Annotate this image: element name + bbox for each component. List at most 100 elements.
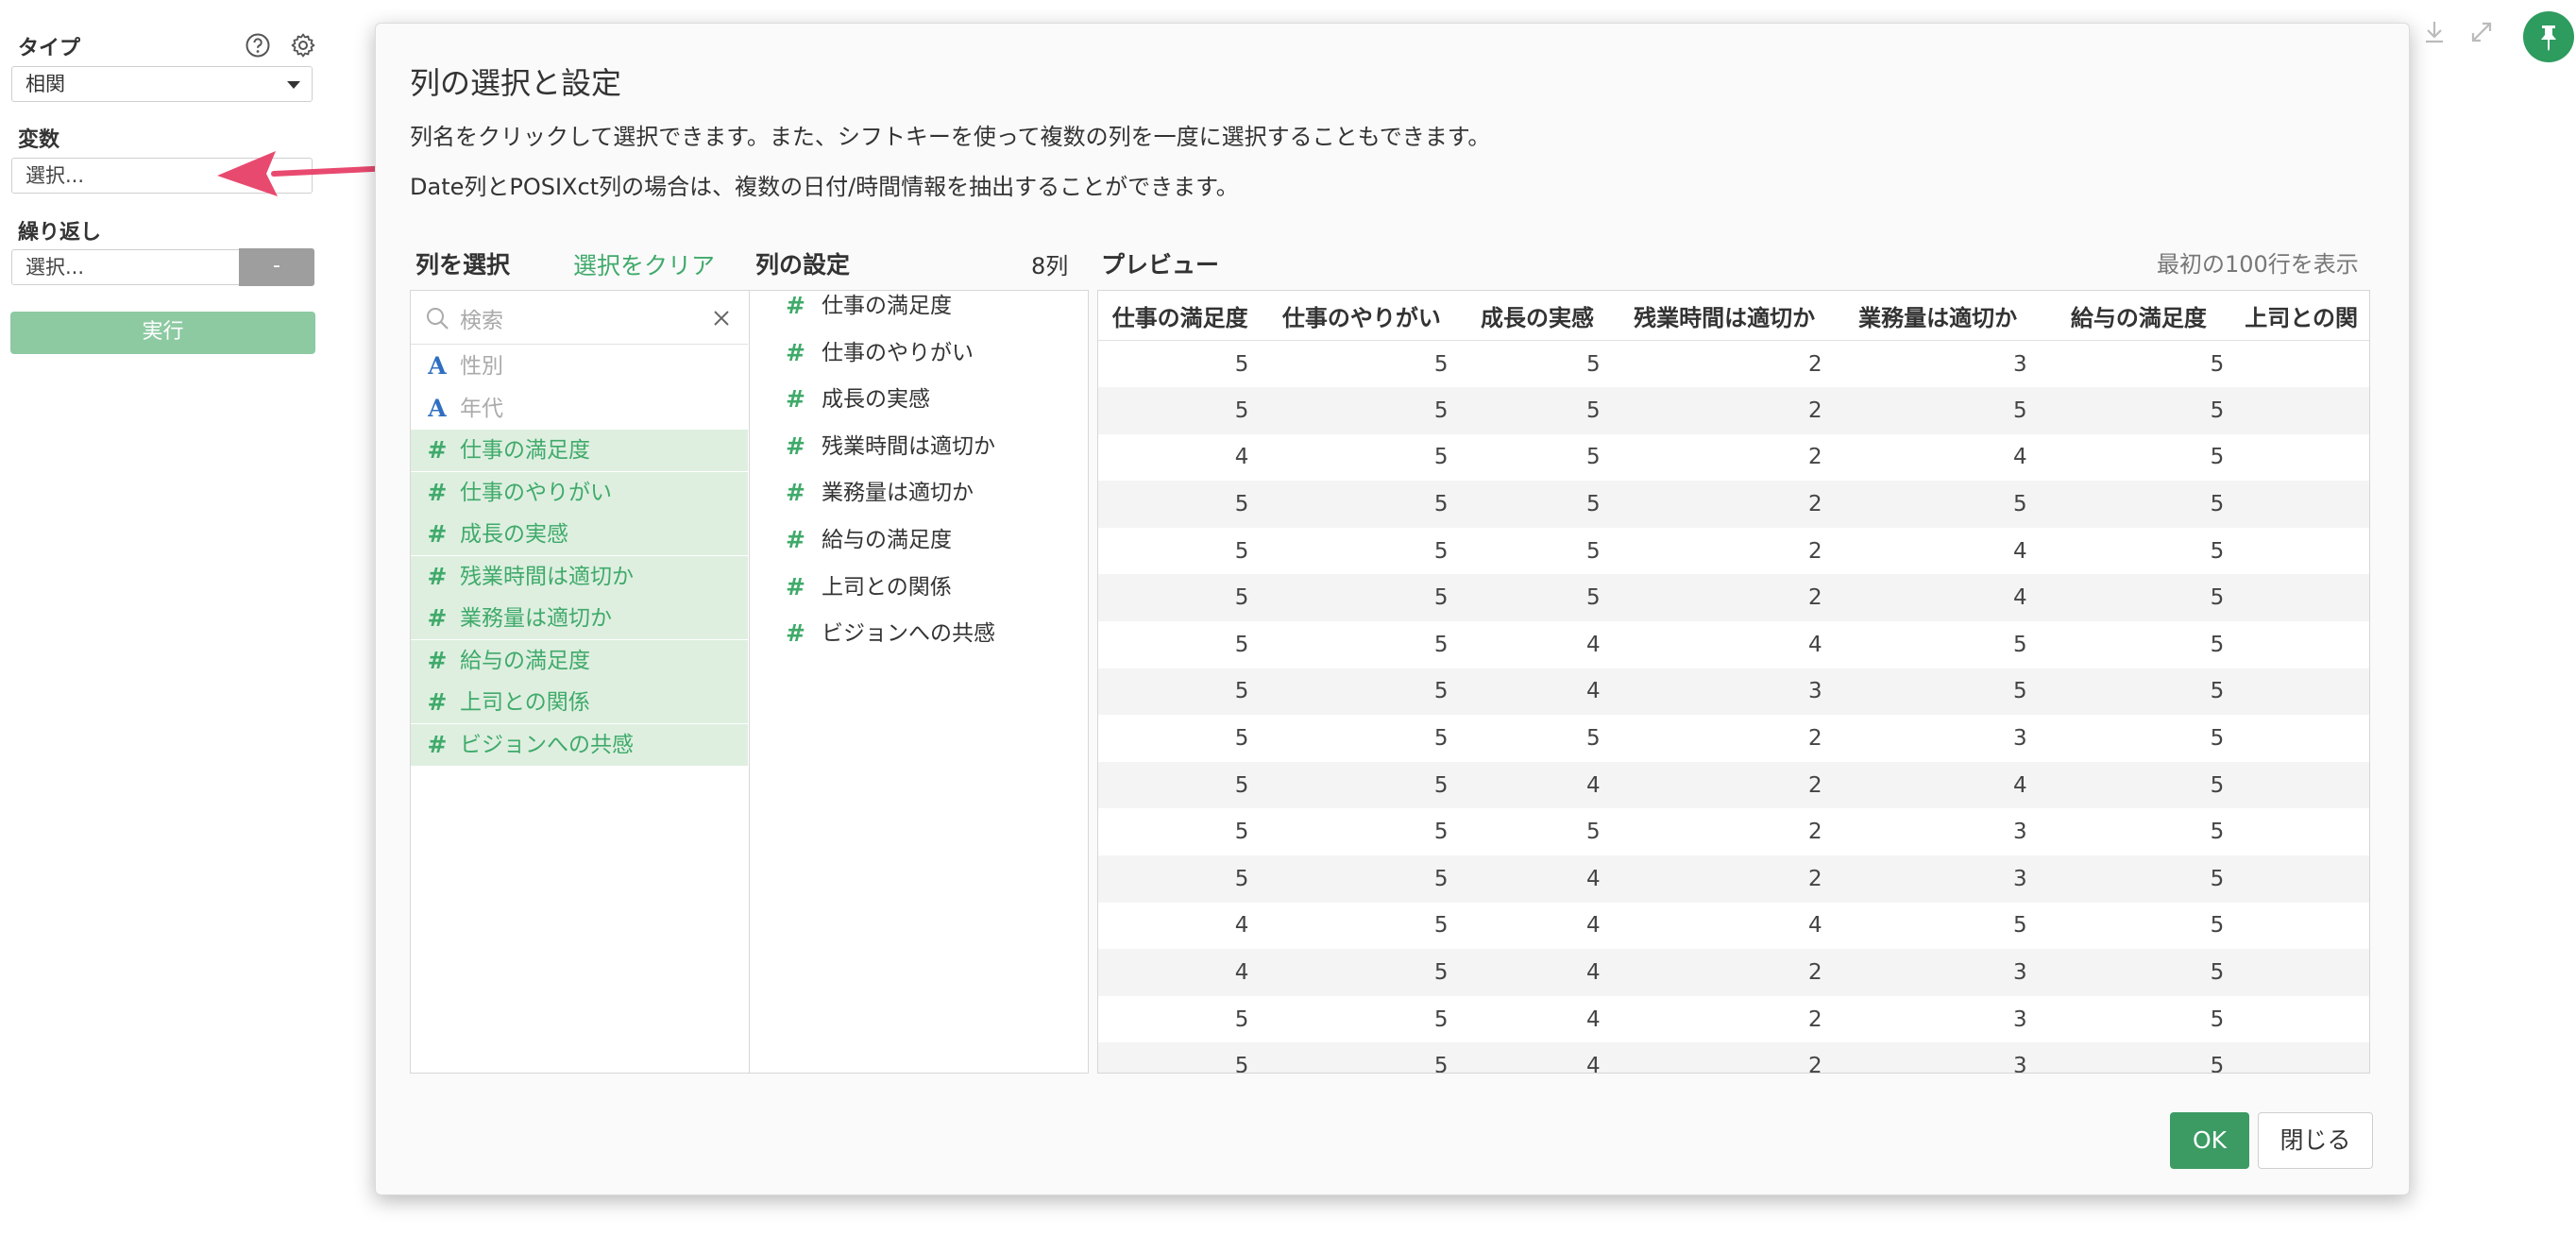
column-list-item[interactable]: # 残業時間は適切か	[411, 555, 748, 598]
table-cell: 5	[1585, 820, 1601, 845]
preview-column-header[interactable]: 仕事の満足度	[1098, 291, 1263, 341]
table-cell: 5	[2210, 1007, 2225, 1032]
table-cell: 5	[1098, 387, 1263, 434]
question-circle-icon[interactable]	[245, 32, 271, 59]
table-cell	[2237, 808, 2369, 855]
table-cell: 3	[2012, 726, 2027, 752]
preview-column-header[interactable]: 残業時間は適切か	[1613, 291, 1836, 341]
repeat-placeholder: 選択...	[25, 256, 85, 279]
column-settings-item[interactable]: # 残業時間は適切か	[750, 423, 1087, 470]
column-settings-item[interactable]: # 業務量は適切か	[750, 469, 1087, 516]
table-cell: 5	[1098, 855, 1263, 903]
clear-selection-link[interactable]: 選択をクリア	[573, 247, 715, 281]
table-row: 554235	[1098, 1042, 2369, 1073]
preview-column-header[interactable]: 仕事のやりがい	[1262, 291, 1462, 341]
expand-icon[interactable]	[2468, 19, 2495, 45]
column-list-item[interactable]: A 年代	[411, 388, 748, 430]
close-button[interactable]: 閉じる	[2258, 1112, 2373, 1169]
repeat-select[interactable]: 選択...	[11, 249, 241, 285]
preview-panel: 仕事の満足度 仕事のやりがい 成長の実感 残業時間は適切か 業務量は適切か 給与の満足度上…	[1097, 290, 2370, 1074]
table-cell: 5	[1461, 574, 1614, 622]
table-cell: 2	[1613, 761, 1836, 809]
table-cell: 2	[1808, 726, 1822, 752]
preview-column-header[interactable]: 成長の実感	[1461, 291, 1614, 341]
column-list-item[interactable]: # 給与の満足度	[411, 639, 748, 682]
table-cell	[2237, 903, 2369, 950]
table-cell: 4	[1461, 1042, 1614, 1073]
column-settings-item[interactable]: # 上司との関係	[750, 564, 1087, 611]
table-cell: 5	[2210, 445, 2225, 470]
numeric-type-icon: #	[427, 604, 448, 632]
column-settings-label: ビジョンへの共感	[822, 621, 995, 647]
close-icon[interactable]	[713, 310, 730, 327]
column-settings-panel: # 仕事の満足度 # 仕事のやりがい # 成長の実感 # 残業時間は適切か # 業務量は適切か # 給…	[750, 290, 1089, 1074]
preview-table: 仕事の満足度 仕事のやりがい 成長の実感 残業時間は適切か 業務量は適切か 給与の満足度上…	[1098, 291, 2369, 1073]
table-cell	[2237, 855, 2369, 903]
gear-icon[interactable]	[290, 32, 316, 59]
preview-column-header[interactable]: 上司との関	[2237, 291, 2369, 341]
table-cell: 5	[2210, 351, 2225, 377]
text-type-icon: A	[428, 352, 447, 380]
column-settings-item[interactable]: # 仕事のやりがい	[750, 330, 1087, 377]
table-cell: 4	[1585, 632, 1601, 657]
column-settings-label: 仕事の満足度	[822, 294, 952, 318]
column-settings-label: 残業時間は適切か	[822, 433, 995, 459]
table-cell: 5	[2210, 632, 2225, 657]
table-cell	[2237, 434, 2369, 482]
table-cell	[2237, 996, 2369, 1043]
table-cell: 5	[1234, 820, 1249, 845]
table-cell: 5	[1234, 538, 1249, 564]
repeat-minus-button[interactable]: -	[239, 248, 314, 286]
table-row: 5 5 5 2 3 5	[1098, 715, 2369, 762]
table-cell: 5	[1234, 632, 1249, 657]
column-list-item[interactable]: # 業務量は適切か	[411, 598, 748, 639]
table-cell: 4	[1585, 913, 1601, 939]
column-settings-item[interactable]: # 仕事の満足度	[750, 282, 1087, 330]
table-cell: 5	[1234, 1007, 1249, 1032]
table-cell: 5	[2040, 949, 2238, 996]
column-list-label: 性別	[460, 354, 503, 379]
column-list-item[interactable]: # 成長の実感	[411, 514, 748, 555]
pin-icon	[2541, 25, 2556, 51]
column-settings-item[interactable]: # ビジョンへの共感	[750, 610, 1087, 657]
column-list-item[interactable]: # 上司との関係	[411, 682, 748, 723]
table-cell: 5	[1262, 574, 1462, 622]
column-list-item[interactable]: # 仕事の満足度	[411, 430, 748, 471]
table-cell: 4	[1461, 668, 1614, 716]
table-cell: 4	[1461, 761, 1614, 809]
table-row: 554355	[1098, 668, 2369, 716]
table-cell: 5	[1461, 481, 1614, 528]
search-box[interactable]: 検索	[411, 291, 748, 345]
run-button[interactable]: 実行	[10, 312, 315, 354]
column-settings-item[interactable]: # 給与の満足度	[750, 516, 1087, 564]
variable-placeholder: 選択...	[25, 164, 85, 187]
numeric-type-icon: #	[427, 436, 448, 464]
download-icon[interactable]	[2423, 19, 2446, 45]
table-cell: 5	[2040, 387, 2238, 434]
column-list-label: ビジョンへの共感	[460, 732, 634, 757]
column-settings-header: 列の設定	[755, 251, 851, 279]
pin-button[interactable]	[2523, 11, 2574, 62]
column-list-item[interactable]: A 性別	[411, 346, 748, 387]
select-columns-header: 列を選択	[415, 251, 511, 279]
search-input[interactable]: 検索	[460, 302, 503, 334]
table-cell: 5	[1262, 949, 1462, 996]
ok-button[interactable]: OK	[2170, 1112, 2249, 1169]
table-cell: 3	[1835, 855, 2041, 903]
preview-header: プレビュー	[1101, 251, 1220, 279]
numeric-type-icon: #	[786, 385, 805, 414]
text-type-icon: A	[428, 394, 447, 422]
column-list-item[interactable]: # ビジョンへの共感	[411, 723, 748, 766]
column-select-modal: 列の選択と設定 列名をクリックして選択できます。また、シフトキーを使って複数の列…	[375, 23, 2410, 1195]
preview-column-header[interactable]: 給与の満足度	[2040, 291, 2238, 341]
column-settings-item[interactable]: # 成長の実感	[750, 376, 1087, 423]
annotation-arrow-icon	[217, 151, 395, 196]
preview-column-header[interactable]: 業務量は適切か	[1835, 291, 2041, 341]
numeric-type-icon: #	[427, 730, 448, 758]
column-list-item[interactable]: # 仕事のやりがい	[411, 471, 748, 514]
table-row: 5 5 5 2 3 5	[1098, 808, 2369, 855]
table-cell: 2	[1808, 1007, 1822, 1032]
table-cell: 4	[1808, 913, 1822, 939]
type-select[interactable]: 相関	[11, 66, 313, 102]
numeric-type-icon: #	[786, 431, 805, 460]
